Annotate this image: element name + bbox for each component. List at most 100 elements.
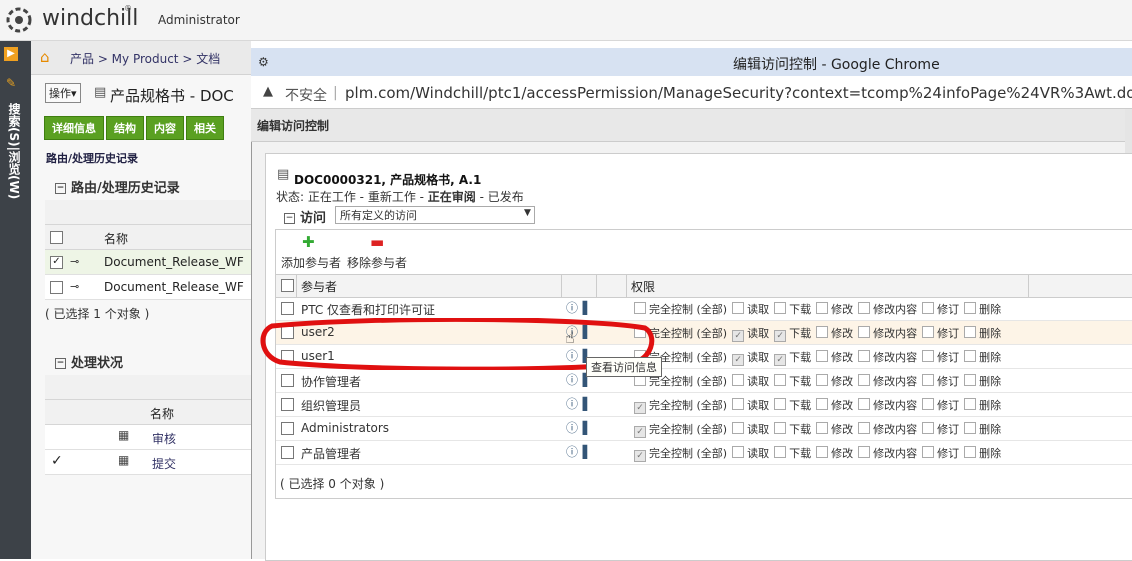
tab-content[interactable]: 内容 (146, 116, 184, 140)
permission-checkbox[interactable] (858, 398, 871, 410)
row-checkbox[interactable] (281, 374, 294, 387)
permission-checkbox[interactable] (732, 302, 745, 314)
permission-checkbox[interactable] (922, 398, 935, 410)
collapse-icon[interactable]: − (55, 358, 66, 369)
table-row[interactable]: ▦ 审核 (45, 425, 251, 450)
permission-checkbox[interactable] (732, 446, 745, 458)
permission-checkbox[interactable] (732, 398, 745, 410)
permission-checkbox[interactable] (964, 374, 977, 386)
permission-checkbox[interactable] (922, 326, 935, 338)
permission-checkbox[interactable] (858, 446, 871, 458)
table-row[interactable]: ⊸ Document_Release_WF (45, 275, 251, 300)
permission-checkbox[interactable] (732, 422, 745, 434)
workflow-name[interactable]: Document_Release_WF (104, 255, 244, 269)
permission-checkbox[interactable] (816, 446, 829, 458)
row-checkbox[interactable] (281, 398, 294, 411)
permission-checkbox[interactable] (964, 446, 977, 458)
expand-navigator-icon[interactable]: ▶ (4, 47, 18, 61)
row-checkbox[interactable] (50, 281, 63, 294)
table-row[interactable]: ✓ ⊸ Document_Release_WF (45, 250, 251, 275)
permission-checkbox[interactable] (858, 350, 871, 362)
select-all-checkbox[interactable] (50, 231, 63, 244)
actions-menu-button[interactable]: 操作▾ (45, 83, 81, 103)
permission-checkbox[interactable] (858, 326, 871, 338)
popup-titlebar[interactable] (251, 48, 1132, 76)
row-checkbox[interactable]: ✓ (50, 256, 63, 269)
collapse-icon[interactable]: − (284, 213, 295, 224)
permission-checkbox[interactable] (858, 302, 871, 314)
permission-checkbox[interactable] (816, 398, 829, 410)
view-access-info-icon[interactable]: ⓘ▐ (566, 299, 587, 316)
collapse-icon[interactable]: − (55, 183, 66, 194)
permission-checkbox[interactable] (634, 302, 646, 314)
route-history-link[interactable]: 路由/处理历史记录 (46, 150, 138, 166)
participant-row[interactable]: Administrators ⓘ▐ ✓ 完全控制 (全部) 读取 下载 修改 修改内容 修订 删除 (276, 417, 1132, 441)
permission-checkbox[interactable] (732, 374, 745, 386)
not-secure-label[interactable]: 不安全 (285, 85, 327, 105)
row-checkbox[interactable] (281, 446, 294, 459)
participant-row[interactable]: 产品管理者 ⓘ▐ ✓ 完全控制 (全部) 读取 下载 修改 修改内容 修订 删除 (276, 441, 1132, 465)
permission-checkbox[interactable] (774, 398, 787, 410)
tab-structure[interactable]: 结构 (106, 116, 144, 140)
row-checkbox[interactable] (281, 302, 294, 315)
permission-checkbox[interactable]: ✓ (774, 330, 787, 342)
permission-checkbox[interactable] (922, 446, 935, 458)
table-row[interactable]: ✓ ▦ 提交 (45, 450, 251, 475)
add-icon[interactable]: ✚ (302, 233, 315, 251)
home-icon[interactable]: ⌂ (40, 48, 50, 66)
permission-checkbox[interactable] (964, 326, 977, 338)
url-text[interactable]: plm.com/Windchill/ptc1/accessPermission/… (345, 84, 1132, 102)
permission-checkbox[interactable] (964, 302, 977, 314)
remove-icon[interactable]: ▬ (370, 233, 384, 251)
permission-checkbox[interactable] (858, 374, 871, 386)
row-checkbox[interactable] (281, 422, 294, 435)
permission-checkbox[interactable] (816, 350, 829, 362)
access-filter-select[interactable]: 所有定义的访问 (335, 206, 535, 224)
permission-checkbox[interactable] (816, 326, 829, 338)
permission-checkbox[interactable]: ✓ (732, 330, 745, 342)
permission-checkbox[interactable] (816, 302, 829, 314)
permission-checkbox[interactable] (858, 422, 871, 434)
breadcrumb[interactable]: 产品 > My Product > 文档 (70, 50, 220, 67)
permission-checkbox[interactable] (816, 374, 829, 386)
remove-participant-button[interactable]: 移除参与者 (347, 254, 407, 271)
navigator-tabs[interactable]: 搜索(S)|浏览(W) (6, 103, 23, 199)
dropdown-arrow-icon[interactable]: ▼ (524, 208, 531, 218)
select-all-checkbox[interactable] (281, 279, 294, 292)
tab-details[interactable]: 详细信息 (44, 116, 104, 140)
permission-checkbox[interactable] (816, 422, 829, 434)
permission-checkbox[interactable] (964, 398, 977, 410)
warning-icon[interactable]: ▲ (263, 84, 273, 99)
permission-checkbox[interactable]: ✓ (774, 354, 787, 366)
view-access-info-icon[interactable]: ⓘ▐ (566, 395, 587, 412)
permission-checkbox[interactable] (964, 422, 977, 434)
permission-checkbox[interactable] (774, 302, 787, 314)
permission-checkbox[interactable] (922, 374, 935, 386)
tab-related[interactable]: 相关 (186, 116, 224, 140)
view-access-info-icon[interactable]: ⓘ▐ (566, 419, 587, 436)
permission-checkbox[interactable] (964, 350, 977, 362)
permission-checkbox[interactable]: ✓ (634, 402, 646, 414)
participant-row[interactable]: 组织管理员 ⓘ▐ ✓ 完全控制 (全部) 读取 下载 修改 修改内容 修订 删除 (276, 393, 1132, 417)
permission-checkbox[interactable] (922, 350, 935, 362)
pin-icon[interactable]: ✎ (6, 76, 16, 90)
participant-row[interactable]: 协作管理者 ⓘ▐ 完全控制 (全部) 读取 下载 修改 修改内容 修订 删除 (276, 369, 1132, 393)
permission-checkbox[interactable] (774, 422, 787, 434)
workflow-name[interactable]: Document_Release_WF (104, 280, 244, 294)
permission-checkbox[interactable]: ✓ (634, 426, 646, 438)
route-history-section[interactable]: − 路由/处理历史记录 (55, 177, 180, 196)
permission-checkbox[interactable] (774, 446, 787, 458)
view-access-info-icon[interactable]: ⓘ▐ (566, 371, 587, 388)
permission-checkbox[interactable]: ✓ (634, 450, 646, 462)
task-name[interactable]: 提交 (152, 455, 176, 472)
task-name[interactable]: 审核 (152, 430, 176, 447)
view-access-info-icon[interactable]: ⓘ▐ (566, 443, 587, 460)
column-divider (1028, 275, 1029, 297)
add-participant-button[interactable]: 添加参与者 (281, 254, 341, 271)
permission-checkbox[interactable] (774, 374, 787, 386)
permission-checkbox[interactable] (922, 422, 935, 434)
process-status-section[interactable]: − 处理状况 (55, 352, 123, 371)
permission-checkbox[interactable] (922, 302, 935, 314)
access-section[interactable]: − 访问 (284, 207, 326, 226)
permission-checkbox[interactable]: ✓ (732, 354, 745, 366)
